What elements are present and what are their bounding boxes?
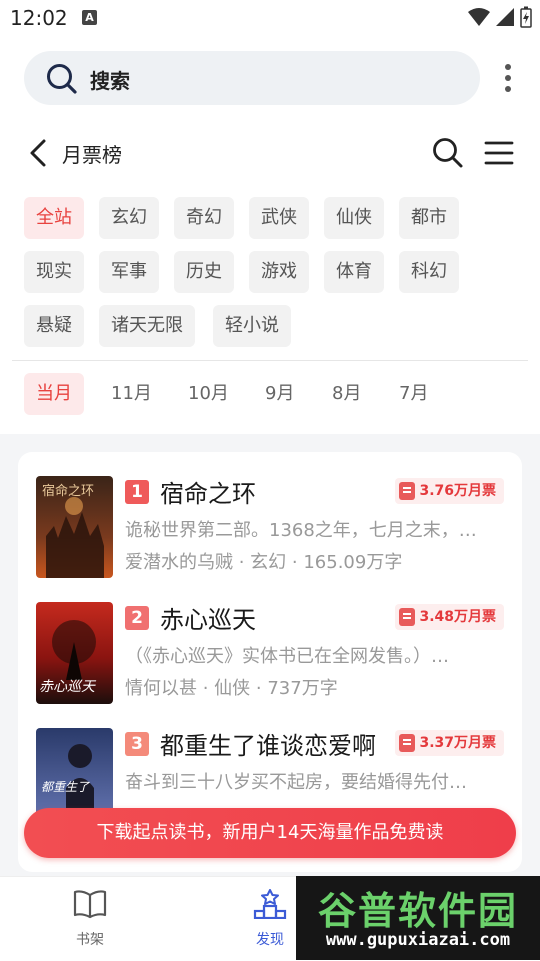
- category-chip[interactable]: 现实: [24, 251, 84, 293]
- watermark-title: 谷普软件园: [317, 888, 518, 933]
- nav-bookshelf-label: 书架: [76, 932, 104, 948]
- book-genre: 玄幻: [250, 552, 287, 573]
- more-options-icon[interactable]: [498, 62, 518, 94]
- search-label: 搜索: [90, 69, 130, 93]
- book-meta: 情何以甚 · 仙侠 · 737万字: [125, 674, 338, 700]
- notification-icon: A: [82, 10, 97, 25]
- discover-icon: [253, 889, 287, 920]
- book-title[interactable]: 赤心巡天: [160, 600, 256, 635]
- meta-separator: ·: [233, 552, 251, 573]
- book-author: 爱潜水的乌贼: [125, 552, 233, 573]
- month-chip[interactable]: 11月: [111, 373, 152, 415]
- book-cover[interactable]: 宿命之环: [36, 476, 113, 578]
- meta-separator: ·: [197, 678, 215, 699]
- book-word-count: 737万字: [267, 678, 338, 699]
- vote-count-badge: 3.76万月票: [395, 478, 504, 504]
- month-chip[interactable]: 8月: [332, 373, 361, 415]
- ticket-icon: [399, 482, 416, 500]
- battery-icon: [520, 6, 532, 28]
- signal-icon: [496, 8, 514, 26]
- rank-badge: 1: [125, 480, 149, 504]
- status-time: 12:02: [10, 6, 68, 30]
- category-chip[interactable]: 悬疑: [24, 305, 84, 347]
- month-chip[interactable]: 10月: [188, 373, 229, 415]
- cover-title: 都重生了: [41, 780, 90, 794]
- rank-badge: 3: [125, 732, 149, 756]
- month-chip-current[interactable]: 当月: [24, 373, 84, 415]
- menu-icon[interactable]: [484, 140, 514, 166]
- book-item[interactable]: 赤心巡天 2 赤心巡天 3.48万月票 （《赤心巡天》实体书已在全网发售。）… …: [18, 602, 522, 718]
- wifi-icon: [468, 8, 490, 26]
- vote-count: 3.37万月票: [419, 735, 496, 751]
- month-chip[interactable]: 7月: [399, 373, 428, 415]
- category-chip[interactable]: 都市: [399, 197, 459, 239]
- book-cover[interactable]: 赤心巡天: [36, 602, 113, 704]
- vote-count-badge: 3.37万月票: [395, 730, 504, 756]
- book-description: （《赤心巡天》实体书已在全网发售。）…: [125, 646, 449, 667]
- category-chip[interactable]: 玄幻: [99, 197, 159, 239]
- cover-title: 宿命之环: [42, 484, 95, 499]
- book-description: 奋斗到三十八岁买不起房，要结婚得先付…: [125, 772, 467, 793]
- search-icon: [47, 64, 77, 94]
- rank-badge: 2: [125, 606, 149, 630]
- book-title[interactable]: 都重生了谁谈恋爱啊: [160, 726, 376, 761]
- meta-separator: ·: [286, 552, 304, 573]
- cover-title: 赤心巡天: [39, 679, 95, 695]
- book-genre: 仙侠: [214, 678, 251, 699]
- category-chip[interactable]: 仙侠: [324, 197, 384, 239]
- category-chip[interactable]: 军事: [99, 251, 159, 293]
- book-title[interactable]: 宿命之环: [160, 474, 256, 509]
- status-icons: [468, 6, 532, 28]
- category-chip-all[interactable]: 全站: [24, 197, 84, 239]
- category-chip[interactable]: 体育: [324, 251, 384, 293]
- meta-separator: ·: [250, 678, 268, 699]
- watermark-url: www.gupuxiazai.com: [325, 930, 511, 950]
- category-chip[interactable]: 武侠: [249, 197, 309, 239]
- search-bar[interactable]: 搜索: [24, 51, 480, 105]
- category-chip[interactable]: 科幻: [399, 251, 459, 293]
- category-chip[interactable]: 历史: [174, 251, 234, 293]
- nav-bookshelf[interactable]: 书架: [50, 889, 130, 949]
- ticket-icon: [399, 608, 416, 626]
- category-chip[interactable]: 奇幻: [174, 197, 234, 239]
- book-description: 诡秘世界第二部。1368之年，七月之末，…: [125, 520, 477, 541]
- ticket-icon: [399, 734, 416, 752]
- book-open-icon: [73, 890, 107, 919]
- page-title: 月票榜: [62, 143, 122, 167]
- book-meta: 爱潜水的乌贼 · 玄幻 · 165.09万字: [125, 548, 402, 574]
- download-app-button[interactable]: 下载起点读书，新用户14天海量作品免费读: [24, 808, 516, 858]
- divider: [12, 360, 528, 361]
- watermark: 谷普软件园 www.gupuxiazai.com: [296, 876, 540, 960]
- category-chip[interactable]: 轻小说: [213, 305, 291, 347]
- category-chip[interactable]: 诸天无限: [99, 305, 195, 347]
- book-word-count: 165.09万字: [303, 552, 403, 573]
- month-chip[interactable]: 9月: [265, 373, 294, 415]
- back-icon[interactable]: [26, 138, 54, 168]
- vote-count: 3.76万月票: [419, 483, 496, 499]
- book-author: 情何以甚: [125, 678, 197, 699]
- vote-count: 3.48万月票: [419, 609, 496, 625]
- status-bar: 12:02 A: [0, 0, 540, 36]
- header-search-icon[interactable]: [432, 137, 464, 169]
- category-chip[interactable]: 游戏: [249, 251, 309, 293]
- vote-count-badge: 3.48万月票: [395, 604, 504, 630]
- book-item[interactable]: 宿命之环 1 宿命之环 3.76万月票 诡秘世界第二部。1368之年，七月之末，…: [18, 476, 522, 592]
